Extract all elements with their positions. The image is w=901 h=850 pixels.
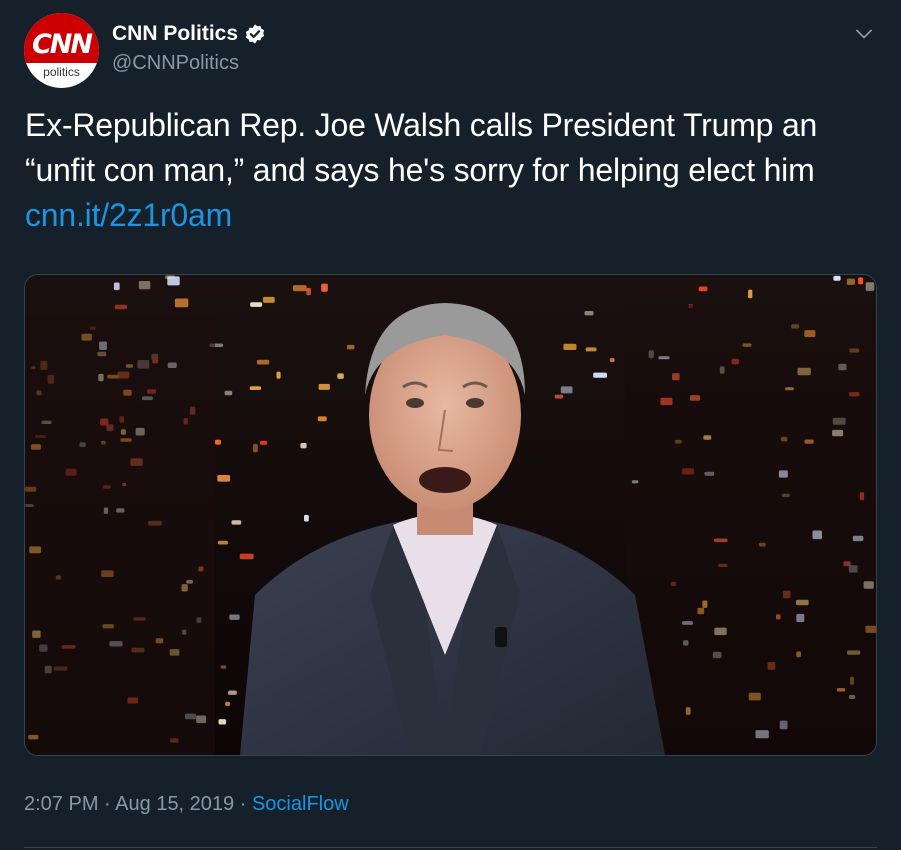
city-light — [554, 394, 564, 399]
video-frame-image — [25, 275, 876, 755]
city-light — [217, 540, 228, 545]
city-light — [215, 439, 221, 445]
city-light — [174, 298, 189, 308]
city-light — [300, 443, 307, 449]
city-light — [304, 514, 309, 522]
video-thumbnail[interactable] — [24, 274, 877, 756]
tweet-time[interactable]: 2:07 PM — [24, 793, 98, 815]
city-light — [138, 281, 151, 290]
city-light — [748, 289, 753, 299]
city-light — [253, 443, 258, 453]
tweet-source[interactable]: SocialFlow — [252, 793, 349, 815]
city-light — [250, 302, 263, 307]
author-name[interactable]: CNN Politics — [112, 22, 238, 46]
city-light — [113, 282, 120, 291]
city-light — [276, 371, 281, 379]
city-light — [593, 372, 607, 378]
tweet-link[interactable]: cnn.it/2z1r0am — [25, 197, 232, 233]
tweet-date[interactable]: Aug 15, 2019 — [115, 793, 234, 815]
author-name-row[interactable]: CNN Politics — [112, 22, 266, 46]
city-light — [293, 285, 307, 292]
city-light — [114, 304, 127, 310]
city-light — [858, 277, 864, 285]
city-light — [263, 296, 275, 303]
tweet-text: Ex-Republican Rep. Joe Walsh calls Presi… — [25, 103, 880, 238]
city-light — [865, 282, 875, 291]
city-light — [609, 358, 615, 363]
cnn-logo: CNN — [31, 29, 93, 60]
city-light — [224, 390, 233, 396]
avatar-sub-label: politics — [43, 65, 80, 79]
meta-separator: · — [104, 793, 111, 815]
tweet-card: CNN politics CNN Politics @CNNPolitics E… — [0, 0, 901, 850]
author-handle[interactable]: @CNNPolitics — [112, 52, 239, 75]
city-light — [217, 475, 231, 482]
city-light — [256, 359, 270, 365]
city-light — [306, 287, 311, 296]
city-light — [229, 614, 240, 620]
city-light — [585, 347, 597, 352]
city-light — [584, 311, 594, 316]
city-light — [318, 383, 330, 390]
city-light — [563, 343, 577, 350]
city-light — [317, 416, 327, 422]
city-light — [249, 386, 262, 390]
tweet-meta: 2:07 PM · Aug 15, 2019 · SocialFlow — [24, 793, 349, 816]
city-light — [698, 286, 708, 292]
city-light — [218, 719, 227, 725]
city-light — [239, 553, 254, 560]
city-light — [231, 520, 242, 525]
city-light — [220, 665, 227, 669]
avatar[interactable]: CNN politics — [24, 13, 99, 88]
city-light — [560, 386, 573, 394]
city-light — [167, 276, 180, 286]
city-light — [228, 690, 237, 695]
chevron-down-icon[interactable] — [852, 22, 876, 46]
city-light — [321, 283, 328, 292]
city-light — [846, 278, 855, 285]
meta-separator: · — [239, 793, 247, 815]
city-light — [833, 275, 841, 281]
city-light — [260, 440, 268, 445]
city-light — [346, 344, 355, 350]
divider — [24, 847, 877, 848]
city-light — [225, 701, 230, 706]
city-light — [337, 373, 344, 379]
verified-badge-icon — [244, 23, 266, 45]
tweet-body: Ex-Republican Rep. Joe Walsh calls Presi… — [25, 107, 818, 188]
